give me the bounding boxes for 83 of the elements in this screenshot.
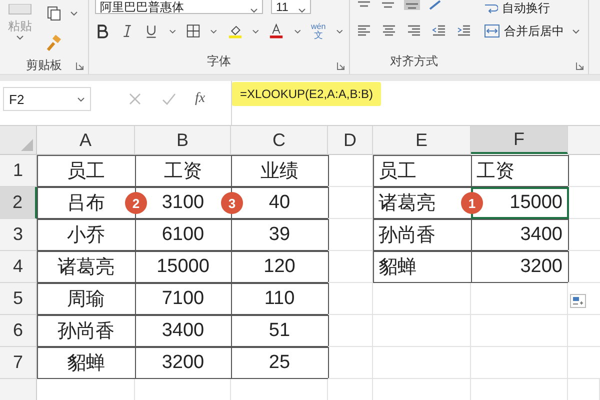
dropdown-caret-icon[interactable] — [294, 28, 301, 34]
borders-icon[interactable] — [186, 23, 200, 39]
font-color-icon[interactable] — [269, 23, 284, 39]
dropdown-caret-icon[interactable] — [70, 10, 78, 16]
fill-color-icon[interactable] — [228, 23, 242, 39]
grid-cell — [328, 187, 373, 219]
dialog-launcher-icon[interactable] — [76, 62, 84, 70]
font-size-field[interactable]: 11 — [271, 0, 311, 14]
dropdown-caret-icon[interactable] — [16, 35, 24, 40]
dialog-launcher-icon[interactable] — [337, 62, 345, 70]
row-header[interactable]: 1 — [0, 155, 37, 187]
align-middle-icon[interactable] — [380, 0, 396, 10]
dropdown-caret-icon[interactable] — [572, 28, 580, 34]
row-header[interactable]: 4 — [0, 251, 37, 283]
dropdown-caret-icon[interactable] — [298, 8, 306, 13]
column-header[interactable]: E — [373, 126, 471, 155]
table-cell: 孙尚香 — [372, 218, 472, 250]
align-bottom-icon[interactable] — [404, 0, 420, 10]
table-cell: 7100 — [134, 282, 232, 314]
table-cell: 孙尚香 — [36, 314, 136, 346]
table-cell: 120 — [230, 250, 328, 282]
grid-cell — [328, 251, 373, 283]
column-header[interactable]: F — [471, 126, 568, 154]
group-label: 对齐方式 — [389, 53, 439, 70]
grid-cell — [328, 155, 373, 187]
dropdown-caret-icon[interactable] — [168, 28, 176, 34]
table-cell: 貂蝉 — [36, 346, 136, 378]
font-name-field[interactable]: 阿里巴巴普惠体 — [95, 0, 263, 14]
dropdown-caret-icon[interactable] — [210, 28, 218, 34]
grid-cell — [328, 219, 373, 251]
copy-icon[interactable] — [46, 5, 62, 21]
table-cell: 工资 — [470, 154, 568, 186]
table-cell: 3400 — [470, 218, 568, 250]
table-cell: 110 — [230, 282, 328, 314]
row-header[interactable]: 3 — [0, 219, 37, 251]
name-box[interactable]: F2 — [3, 87, 91, 111]
dialog-launcher-icon[interactable] — [576, 62, 584, 70]
dropdown-caret-icon[interactable] — [77, 96, 85, 102]
table-cell: 25 — [230, 346, 328, 378]
paste-options-icon[interactable] — [570, 294, 586, 308]
table-cell: 3200 — [134, 346, 232, 378]
table-cell: 15000 — [134, 250, 232, 282]
table-cell: 员工 — [36, 154, 136, 186]
table-cell: 小乔 — [36, 218, 136, 250]
table-cell: 诸葛亮 — [36, 250, 136, 282]
column-header[interactable]: C — [231, 126, 328, 155]
grid-cell — [328, 347, 373, 379]
table-cell: 貂蝉 — [372, 250, 472, 282]
dropdown-caret-icon[interactable] — [250, 8, 258, 13]
row-header[interactable]: 2 — [0, 187, 37, 219]
row-header[interactable]: 7 — [0, 347, 37, 379]
table-cell: 员工 — [372, 154, 472, 186]
step-badge: 1 — [461, 192, 483, 214]
grid-cell — [328, 283, 373, 315]
dropdown-caret-icon[interactable] — [252, 28, 260, 34]
merge-cells-icon — [484, 24, 500, 38]
table-cell: 工资 — [134, 154, 232, 186]
table-cell: 3400 — [134, 314, 232, 346]
table-cell: 3200 — [470, 250, 568, 282]
group-label: 剪贴板 — [25, 57, 63, 74]
column-header[interactable]: B — [135, 126, 231, 155]
merge-center-button[interactable]: 合并后居中 — [484, 22, 564, 40]
step-badge: 3 — [221, 192, 243, 214]
wrap-text-button[interactable]: 自动换行 — [484, 0, 550, 17]
row-header[interactable]: 5 — [0, 283, 37, 315]
column-header[interactable]: D — [328, 126, 373, 155]
grid-cell — [328, 315, 373, 347]
wrap-icon — [484, 2, 498, 14]
underline-icon[interactable] — [144, 23, 158, 39]
bold-icon[interactable] — [95, 23, 110, 39]
dropdown-caret-icon[interactable] — [336, 28, 343, 34]
formula-field[interactable]: =XLOOKUP(E2,A:A,B:B) — [232, 82, 382, 106]
group-label: 字体 — [206, 53, 232, 70]
table-cell: 周瑜 — [36, 282, 136, 314]
format-painter-icon[interactable] — [46, 35, 62, 51]
phonetic-guide-icon[interactable]: wén 文 — [311, 22, 326, 40]
table-cell: 51 — [230, 314, 328, 346]
insert-function-button[interactable]: fx — [195, 91, 206, 107]
table-cell: 6100 — [134, 218, 232, 250]
table-cell: 39 — [230, 218, 328, 250]
table-cell: 业绩 — [230, 154, 328, 186]
column-header[interactable]: A — [37, 126, 135, 155]
row-header[interactable]: 6 — [0, 315, 37, 347]
